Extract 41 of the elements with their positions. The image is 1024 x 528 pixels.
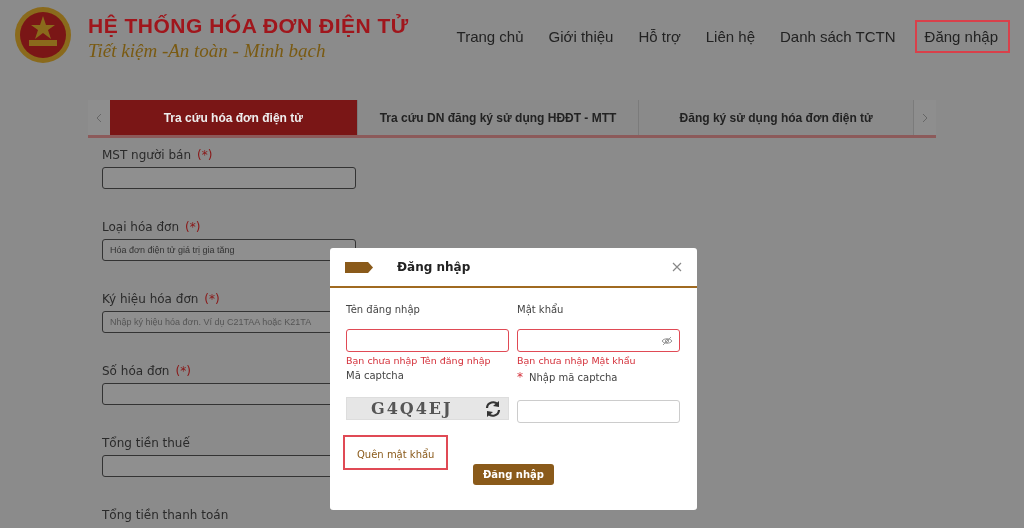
required-mark: (*)	[197, 148, 213, 162]
site-slogan: Tiết kiệm -An toàn - Minh bạch	[88, 40, 327, 62]
nav-link[interactable]: Liên hệ	[699, 20, 761, 53]
nav-link[interactable]: Đăng nhập	[914, 20, 1010, 53]
emblem-logo	[14, 6, 72, 64]
captcha-label: Mã captcha	[346, 370, 405, 381]
input-field[interactable]: Hóa đơn điện tử giá trị gia tăng	[102, 239, 356, 261]
captcha-text: G4Q4EJ	[371, 399, 453, 418]
field-label: Loại hóa đơn	[102, 220, 179, 234]
chevron-left-icon	[96, 112, 102, 123]
field-label: Tổng tiền thuế	[102, 436, 190, 450]
input-field[interactable]	[346, 329, 509, 352]
field-label: Nhập mã captcha	[529, 372, 618, 383]
field-label: Mật khẩu	[517, 304, 565, 315]
close-icon[interactable]	[672, 262, 682, 272]
dialog-title: Đăng nhập	[397, 260, 472, 274]
field-label: Tổng tiền thanh toán	[102, 508, 229, 522]
tab[interactable]: Tra cứu hóa đơn điện tử	[109, 100, 358, 135]
error-message: Bạn chưa nhập Mật khẩu	[517, 355, 637, 366]
field-label: MST người bán	[102, 148, 191, 162]
nav-link[interactable]: Giới thiệu	[542, 20, 620, 53]
input-field[interactable]	[102, 167, 356, 189]
refresh-icon[interactable]	[484, 399, 502, 418]
tag-icon	[345, 261, 373, 273]
field-label: Ký hiệu hóa đơn	[102, 292, 199, 306]
forgot-password-link[interactable]: Quên mật khẩu	[343, 435, 449, 470]
input-field[interactable]	[517, 329, 680, 352]
nav-link[interactable]: Danh sách TCTN	[774, 20, 902, 53]
field-label: Số hóa đơn	[102, 364, 170, 378]
error-message: Bạn chưa nhập Tên đăng nhập	[346, 355, 492, 366]
required-mark: (*)	[204, 292, 220, 306]
required-mark: *	[517, 370, 523, 384]
required-mark: (*)	[185, 220, 201, 234]
eye-slash-icon[interactable]	[661, 335, 673, 346]
login-button[interactable]: Đăng nhập	[473, 464, 554, 485]
required-mark: (*)	[175, 364, 191, 378]
nav-link[interactable]: Trang chủ	[450, 20, 530, 53]
chevron-right-icon	[922, 112, 928, 123]
site-title: HỆ THỐNG HÓA ĐƠN ĐIỆN TỬ	[88, 14, 409, 38]
nav-link[interactable]: Hỗ trợ	[632, 20, 687, 53]
captcha-input[interactable]	[517, 400, 680, 423]
